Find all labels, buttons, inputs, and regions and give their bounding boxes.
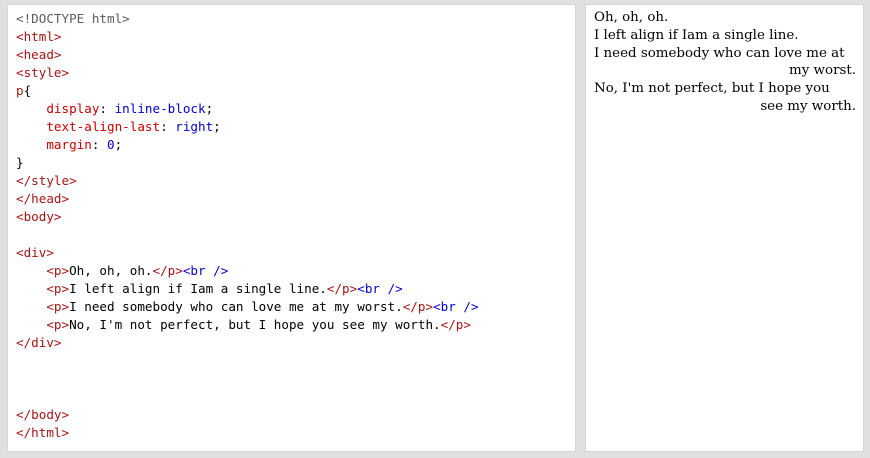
code-token: : <box>99 101 115 116</box>
code-token: <br /> <box>182 263 229 278</box>
code-editor-panel[interactable]: <!DOCTYPE html> <html> <head> <style> p{ dis… <box>7 4 576 452</box>
code-token: </div> <box>16 335 62 350</box>
code-line-17: <p>I need somebody who can love me at my… <box>16 298 479 316</box>
code-token: </p> <box>152 263 183 278</box>
code-token: : <box>91 137 108 152</box>
code-token: p <box>16 83 24 98</box>
code-token: margin <box>46 137 92 152</box>
code-token: { <box>23 83 32 98</box>
code-line-19: </div> <box>16 334 479 352</box>
code-line-5: p{ <box>16 82 479 100</box>
code-token: 0 <box>107 137 115 152</box>
code-line-3: <head> <box>16 46 479 64</box>
code-token: I left align if Iam a single line. <box>69 281 327 296</box>
code-token: Oh, oh, oh. <box>69 263 153 278</box>
code-token: </body> <box>16 407 70 422</box>
code-token: ; <box>205 101 214 116</box>
result-preview-body: Oh, oh, oh. I left align if Iam a single… <box>594 9 856 116</box>
code-editor-text[interactable]: <!DOCTYPE html> <html> <head> <style> p{ dis… <box>16 10 479 442</box>
code-line-6: display: inline-block; <box>16 100 479 118</box>
code-line-7: text-align-last: right; <box>16 118 479 136</box>
code-line-14: <div> <box>16 244 479 262</box>
result-div: Oh, oh, oh. I left align if Iam a single… <box>594 9 856 116</box>
code-token: </html> <box>16 425 70 440</box>
result-paragraph-1: Oh, oh, oh. <box>594 10 669 25</box>
code-token: <!DOCTYPE html> <box>16 11 130 26</box>
code-line-4: <style> <box>16 64 479 82</box>
code-token: ; <box>114 137 123 152</box>
code-token: </style> <box>16 173 77 188</box>
code-line-9: } <box>16 154 479 172</box>
code-token: </head> <box>16 191 70 206</box>
code-token: display <box>46 101 100 116</box>
result-paragraph-3: I need somebody who can love me at my wo… <box>594 45 856 79</box>
code-token: <br /> <box>433 299 479 314</box>
code-token: <p> <box>46 263 70 278</box>
code-token: No, I'm not perfect, but I hope you see … <box>69 317 441 332</box>
code-token: </p> <box>440 317 471 332</box>
code-line-1: <!DOCTYPE html> <box>16 10 479 28</box>
code-token: <html> <box>16 29 62 44</box>
code-line-12: <body> <box>16 208 479 226</box>
code-line-10: </style> <box>16 172 479 190</box>
code-token: <style> <box>16 65 70 80</box>
code-token: </p> <box>402 299 434 314</box>
result-paragraph-4: No, I'm not perfect, but I hope you see … <box>594 81 856 114</box>
result-paragraph-2: I left align if Iam a single line. <box>594 27 799 43</box>
code-token: text-align-last <box>46 119 161 134</box>
code-token: <p> <box>46 299 70 314</box>
code-token: <head> <box>16 47 62 62</box>
code-token: <br /> <box>357 281 403 296</box>
code-token: ; <box>213 119 221 134</box>
code-line-8: margin: 0; <box>16 136 479 154</box>
code-token: <p> <box>46 281 70 296</box>
code-token: } <box>16 155 24 170</box>
code-token: : <box>160 119 176 134</box>
code-line-15: <p>Oh, oh, oh.</p><br /> <box>16 262 479 280</box>
code-line-11: </head> <box>16 190 479 208</box>
code-line-23: </body> <box>16 406 479 424</box>
code-line-24: </html> <box>16 424 479 442</box>
code-line-2: <html> <box>16 28 479 46</box>
code-token: </p> <box>326 281 358 296</box>
code-token: right <box>175 119 214 134</box>
code-token: I need somebody who can love me at my wo… <box>69 299 403 314</box>
code-token: <div> <box>16 245 54 260</box>
code-line-16: <p>I left align if Iam a single line.</p… <box>16 280 479 298</box>
code-line-18: <p>No, I'm not perfect, but I hope you s… <box>16 316 479 334</box>
code-token: inline-block <box>114 101 206 116</box>
result-preview-panel: Oh, oh, oh. I left align if Iam a single… <box>585 4 864 452</box>
code-token: <p> <box>46 317 70 332</box>
code-token: <body> <box>16 209 62 224</box>
